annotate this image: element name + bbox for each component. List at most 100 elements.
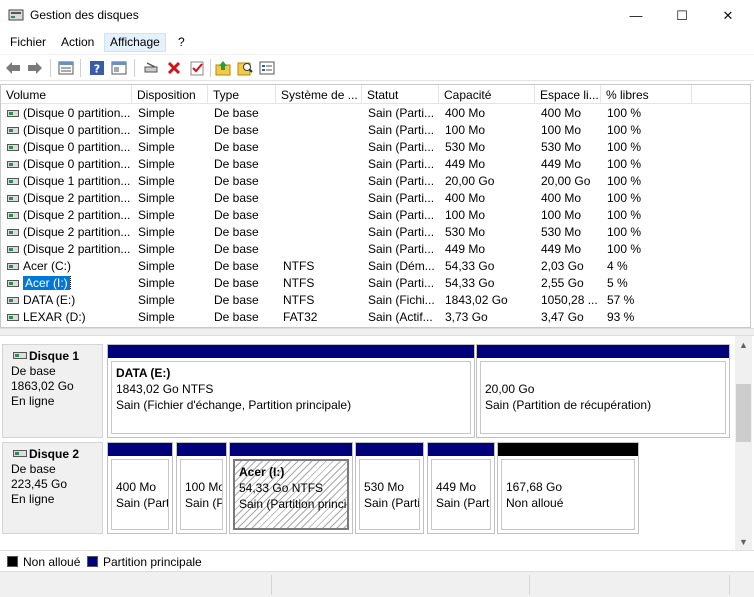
- partition-disk2-1[interactable]: 400 Mo Sain (Parti: [107, 442, 173, 534]
- column-header-capacite[interactable]: Capacité: [439, 85, 535, 104]
- minimize-button[interactable]: —: [613, 0, 659, 31]
- volume-icon: [7, 263, 19, 270]
- column-header-disposition[interactable]: Disposition: [132, 85, 208, 104]
- menu-help[interactable]: ?: [172, 33, 191, 52]
- selected-volume-label: Acer (I:): [23, 276, 71, 290]
- column-header-espace-libre[interactable]: Espace li...: [535, 85, 601, 104]
- connect-drive-icon[interactable]: [142, 59, 160, 77]
- volume-row[interactable]: LEXAR (D:) Simple De base FAT32 Sain (Actif.…: [1, 309, 750, 326]
- scroll-thumb[interactable]: [736, 384, 751, 442]
- list-header: Volume Disposition Type Système de ... S…: [1, 85, 750, 104]
- disk-state: En ligne: [11, 492, 55, 506]
- back-arrow-icon[interactable]: [4, 59, 22, 77]
- volume-row[interactable]: (Disque 2 partition... Simple De base Sain …: [1, 224, 750, 241]
- cell-type: De base: [214, 293, 259, 307]
- volume-row[interactable]: (Disque 0 partition... Simple De base Sain …: [1, 139, 750, 156]
- scroll-up-arrow-icon[interactable]: ▲: [735, 336, 752, 353]
- volume-row[interactable]: (Disque 0 partition... Simple De base Sain …: [1, 122, 750, 139]
- toolbar-separator: [134, 59, 135, 77]
- cell-pct-libres: 100 %: [607, 242, 642, 256]
- volume-row[interactable]: (Disque 1 partition... Simple De base Sain …: [1, 173, 750, 190]
- cell-disposition: Simple: [138, 140, 175, 154]
- cell-capacite: 449 Mo: [445, 242, 486, 256]
- partition-info: 400 Mo Sain (Parti: [111, 459, 169, 530]
- volume-list: Volume Disposition Type Système de ... S…: [0, 84, 751, 328]
- maximize-button[interactable]: ☐: [659, 0, 705, 31]
- cell-volume: (Disque 0 partition...: [23, 157, 130, 171]
- cell-type: De base: [214, 174, 259, 188]
- pane-splitter[interactable]: [0, 328, 754, 336]
- partition-recovery[interactable]: 20,00 Go Sain (Partition de récupération…: [476, 344, 730, 438]
- cell-disposition: Simple: [138, 310, 175, 324]
- column-header-type[interactable]: Type: [208, 85, 276, 104]
- menu-action[interactable]: Action: [55, 33, 100, 52]
- partition-bar: [428, 443, 494, 456]
- disk-graphical-view: Disque 1 De base 1863,02 Go En ligne DAT…: [0, 336, 754, 550]
- volume-row[interactable]: (Disque 2 partition... Simple De base Sain …: [1, 241, 750, 258]
- volume-icon: [7, 195, 19, 202]
- cell-pct-libres: 4 %: [607, 259, 628, 273]
- volume-row[interactable]: Acer (C:) Simple De base NTFS Sain (Dém... 54…: [1, 258, 750, 275]
- cell-volume: Acer (C:): [23, 259, 71, 273]
- volume-icon: [7, 127, 19, 134]
- partition-disk2-4[interactable]: 530 Mo Sain (Partit: [355, 442, 424, 534]
- cell-capacite: 530 Mo: [445, 225, 486, 239]
- partition-acer-i[interactable]: Acer (I:) 54,33 Go NTFS Sain (Partition …: [229, 442, 353, 534]
- partition-info: DATA (E:) 1843,02 Go NTFS Sain (Fichier …: [111, 361, 471, 434]
- legend-swatch-unallocated: [7, 556, 18, 567]
- cell-espace-libre: 3,47 Go: [541, 310, 584, 324]
- close-button[interactable]: ✕: [705, 0, 751, 31]
- volume-row[interactable]: (Disque 2 partition... Simple De base Sain …: [1, 207, 750, 224]
- menu-bar: Fichier Action Affichage ?: [0, 31, 754, 53]
- toolbar-separator: [210, 59, 211, 77]
- cell-type: De base: [214, 242, 259, 256]
- cell-espace-libre: 449 Mo: [541, 157, 582, 171]
- scroll-down-arrow-icon[interactable]: ▼: [735, 533, 752, 550]
- cell-pct-libres: 100 %: [607, 140, 642, 154]
- menu-affichage[interactable]: Affichage: [104, 33, 166, 52]
- volume-row[interactable]: (Disque 0 partition... Simple De base Sain …: [1, 156, 750, 173]
- partition-disk2-5[interactable]: 449 Mo Sain (Parti: [427, 442, 495, 534]
- up-folder-icon[interactable]: [214, 59, 232, 77]
- legend: Non alloué Partition principale: [0, 550, 754, 571]
- checkmark-icon[interactable]: [188, 59, 206, 77]
- volume-icon: [7, 212, 19, 219]
- column-header-pct-libres[interactable]: % libres: [601, 85, 692, 104]
- volume-row[interactable]: DATA (E:) Simple De base NTFS Sain (Fichi...…: [1, 292, 750, 309]
- status-pane-3: [530, 575, 730, 595]
- volume-row[interactable]: Acer (I:) Simple De base NTFS Sain (Parti...…: [1, 275, 750, 292]
- disk-state: En ligne: [11, 394, 55, 408]
- help-icon[interactable]: ?: [88, 59, 106, 77]
- menu-fichier[interactable]: Fichier: [4, 33, 52, 52]
- column-header-filesystem[interactable]: Système de ...: [276, 85, 362, 104]
- toolbar-separator: [50, 59, 51, 77]
- disk-label-2[interactable]: Disque 2 De base 223,45 Go En ligne: [2, 442, 103, 534]
- partition-data-e[interactable]: DATA (E:) 1843,02 Go NTFS Sain (Fichier …: [107, 344, 475, 438]
- partition-unallocated[interactable]: 167,68 Go Non alloué: [497, 442, 639, 534]
- cell-pct-libres: 100 %: [607, 123, 642, 137]
- disk-name: Disque 2: [11, 447, 94, 462]
- toolbar: ?: [0, 54, 754, 81]
- forward-arrow-icon[interactable]: [26, 59, 44, 77]
- cell-type: De base: [214, 276, 259, 290]
- disk-label-1[interactable]: Disque 1 De base 1863,02 Go En ligne: [2, 344, 103, 438]
- volume-row[interactable]: (Disque 0 partition... Simple De base Sain …: [1, 105, 750, 122]
- column-header-volume[interactable]: Volume: [1, 85, 132, 104]
- partition-bar: [477, 345, 729, 358]
- cell-statut: Sain (Dém...: [368, 259, 435, 273]
- cell-disposition: Simple: [138, 276, 175, 290]
- properties-panel-icon[interactable]: [110, 59, 128, 77]
- details-icon[interactable]: [258, 59, 276, 77]
- volume-icon: [7, 246, 19, 253]
- partition-disk2-2[interactable]: 100 Mo Sain (P: [176, 442, 227, 534]
- partition-size: 449 Mo: [436, 480, 477, 494]
- partition-title: DATA (E:): [116, 366, 171, 380]
- disk-icon: [13, 352, 27, 359]
- column-header-statut[interactable]: Statut: [362, 85, 439, 104]
- disk-list-icon[interactable]: [57, 59, 75, 77]
- vertical-scrollbar[interactable]: ▲ ▼: [735, 336, 752, 550]
- delete-icon[interactable]: [165, 59, 183, 77]
- search-properties-icon[interactable]: [236, 59, 254, 77]
- cell-filesystem: NTFS: [283, 293, 315, 307]
- volume-row[interactable]: (Disque 2 partition... Simple De base Sain …: [1, 190, 750, 207]
